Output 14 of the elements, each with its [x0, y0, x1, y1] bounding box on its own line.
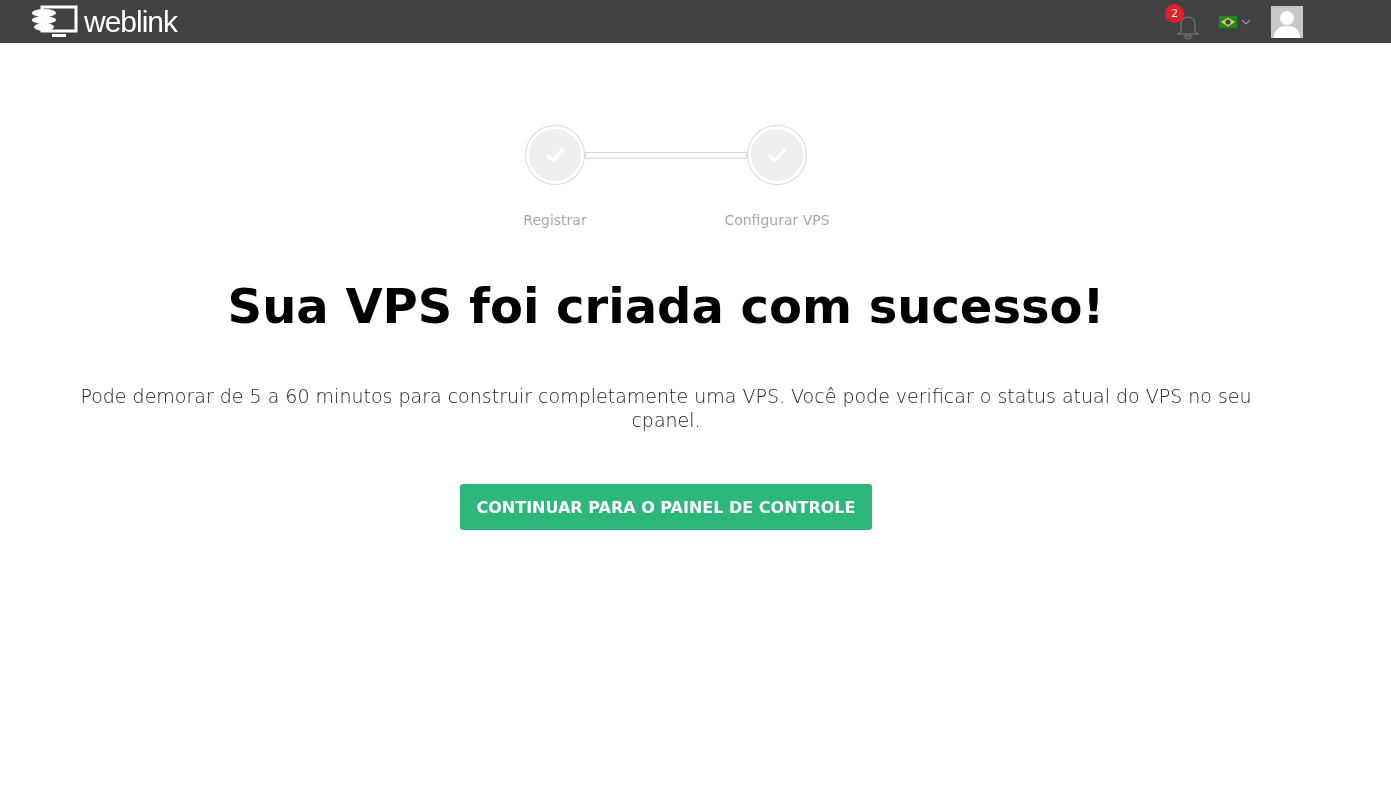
user-avatar[interactable]	[1271, 5, 1303, 38]
continue-button[interactable]: CONTINUAR PARA O PAINEL DE CONTROLE	[460, 484, 872, 530]
brand-name: weblink	[84, 4, 178, 39]
caret-icon	[1241, 18, 1251, 25]
flag-icon	[1219, 15, 1237, 28]
step-label: Registrar	[523, 212, 587, 228]
page-title: Sua VPS foi criada com sucesso!	[227, 278, 1105, 334]
language-selector[interactable]	[1219, 15, 1251, 28]
logo-icon	[30, 3, 80, 40]
info-message: Pode demorar de 5 a 60 minutos para construir completamente uma VPS. Você pode verificar o status atual do VPS no seu cpanel.	[79, 384, 1253, 432]
step-label: Configurar VPS	[724, 212, 830, 228]
notifications-button[interactable]: 2	[1165, 3, 1199, 40]
notification-badge: 2	[1165, 3, 1184, 23]
bell-icon	[1177, 13, 1199, 40]
